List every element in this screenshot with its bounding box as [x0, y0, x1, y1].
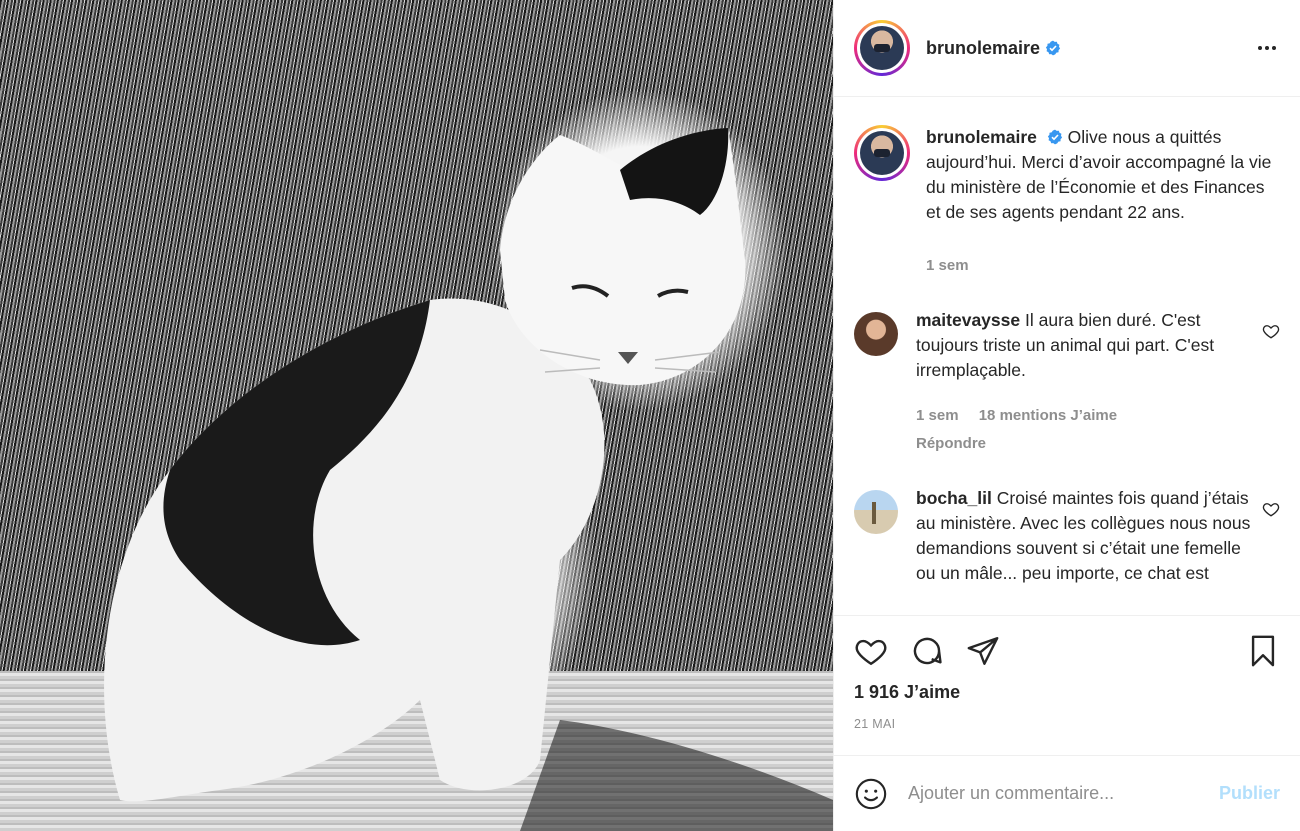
cat-illustration	[104, 128, 833, 831]
reply-button[interactable]: Répondre	[916, 431, 1262, 456]
comment-username[interactable]: maitevaysse	[916, 310, 1020, 330]
add-comment-bar: Publier	[834, 755, 1300, 831]
author-avatar-image	[860, 26, 904, 70]
comment-username[interactable]: bocha_lil	[916, 488, 992, 508]
post-header: brunolemaire	[834, 0, 1300, 97]
more-options-icon[interactable]	[1258, 40, 1276, 56]
caption-avatar-image	[860, 131, 904, 175]
like-comment-heart-icon[interactable]	[1262, 322, 1280, 340]
comment-likes[interactable]: 18 mentions J’aime	[979, 407, 1117, 424]
share-paper-plane-icon[interactable]	[966, 634, 1000, 668]
comment-item: maitevaysse Il aura bien duré. C'est tou…	[854, 308, 1280, 456]
like-heart-icon[interactable]	[854, 634, 888, 668]
post-panel: brunolemaire brunolemaire Olive nous a q…	[833, 0, 1300, 831]
comment-bubble-icon[interactable]	[910, 634, 944, 668]
like-comment-heart-icon[interactable]	[1262, 500, 1280, 518]
comment-input[interactable]	[908, 783, 1219, 804]
post-date[interactable]: 21 MAI	[854, 717, 1280, 731]
post-photo[interactable]	[0, 0, 833, 831]
save-bookmark-icon[interactable]	[1246, 634, 1280, 668]
comment-item: bocha_lil Croisé maintes fois quand j’ét…	[854, 486, 1280, 586]
verified-badge-icon	[1047, 129, 1063, 145]
instagram-post: brunolemaire brunolemaire Olive nous a q…	[0, 0, 1300, 831]
verified-badge-icon	[1045, 40, 1061, 56]
author-username[interactable]: brunolemaire	[926, 38, 1040, 59]
comments-section: brunolemaire Olive nous a quittés aujour…	[834, 97, 1300, 615]
publish-button[interactable]: Publier	[1219, 783, 1280, 804]
commenter-avatar[interactable]	[854, 490, 898, 534]
author-avatar[interactable]	[854, 20, 910, 76]
post-actions: 1 916 J’aime 21 MAI	[834, 615, 1300, 755]
post-likes-count[interactable]: 1 916 J’aime	[854, 682, 1280, 703]
caption-avatar[interactable]	[854, 125, 910, 181]
caption: brunolemaire Olive nous a quittés aujour…	[854, 125, 1280, 278]
commenter-avatar[interactable]	[854, 312, 898, 356]
caption-username[interactable]: brunolemaire	[926, 127, 1037, 147]
caption-time[interactable]: 1 sem	[926, 257, 969, 274]
emoji-smiley-icon[interactable]	[854, 777, 888, 811]
comment-time[interactable]: 1 sem	[916, 407, 959, 424]
